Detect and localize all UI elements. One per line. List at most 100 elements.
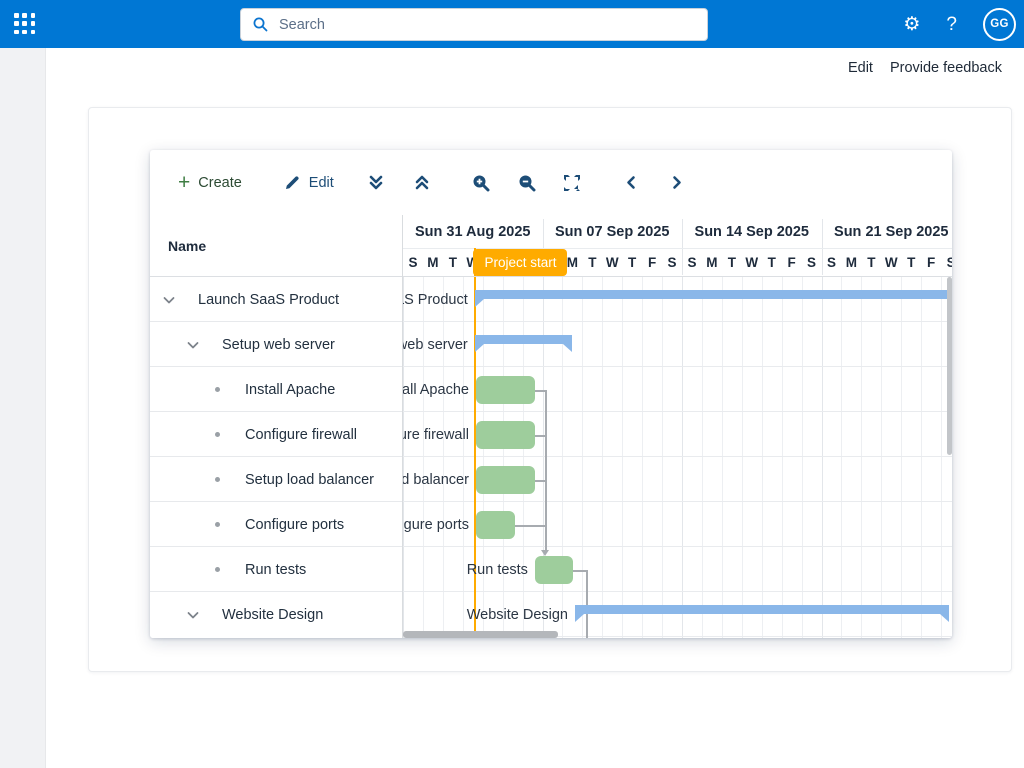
left-sidebar-rail [0, 48, 46, 768]
task-bar[interactable] [476, 421, 535, 449]
app-switcher-icon[interactable] [14, 13, 36, 35]
grid-line-day [582, 277, 583, 638]
grid-line-day [782, 277, 783, 638]
task-name: Run tests [245, 547, 306, 592]
summary-bar[interactable] [475, 290, 952, 299]
vertical-scrollbar[interactable] [947, 277, 952, 455]
settings-gear-icon[interactable]: ⚙ [903, 15, 920, 34]
grid-line-day [861, 277, 862, 638]
header-divider [150, 276, 952, 277]
task-row[interactable]: Website Design [150, 592, 403, 637]
top-navigation-bar: ⚙ ? GG [0, 0, 1024, 48]
grid-line-day [822, 277, 823, 638]
summary-bar[interactable] [575, 605, 949, 614]
grid-line-row [403, 366, 952, 367]
task-bar[interactable] [476, 511, 515, 539]
task-row[interactable]: Launch SaaS Product [150, 277, 403, 322]
pencil-icon [284, 174, 301, 191]
row-separator [150, 456, 403, 457]
zoom-in-button[interactable] [467, 169, 495, 197]
gantt-toolbar: + Create Edit [150, 150, 952, 215]
task-name: Install Apache [245, 367, 335, 412]
grid-line-day [622, 277, 623, 638]
scroll-left-button[interactable] [617, 169, 645, 197]
grid-line-day [742, 277, 743, 638]
task-name: Configure ports [245, 502, 344, 547]
task-bar[interactable] [476, 466, 535, 494]
collapse-all-button[interactable] [408, 169, 436, 197]
grid-line-day [921, 277, 922, 638]
dependency-line [515, 525, 546, 527]
chevron-right-icon [670, 175, 684, 190]
help-icon[interactable]: ? [946, 15, 957, 34]
zoom-out-button[interactable] [513, 169, 541, 197]
dependency-line [573, 570, 587, 572]
edit-button[interactable]: Edit [284, 174, 334, 191]
grid-line-day [901, 277, 902, 638]
row-separator [150, 366, 403, 367]
task-row[interactable]: Configure firewall [150, 412, 403, 457]
task-name: Launch SaaS Product [198, 277, 339, 322]
day-letter: M [702, 248, 722, 277]
edit-button-label: Edit [309, 175, 334, 191]
create-button[interactable]: + Create [178, 172, 242, 193]
grid-line-day [702, 277, 703, 638]
task-bar[interactable] [535, 556, 573, 584]
day-letter: T [443, 248, 463, 277]
task-row[interactable]: Install Apache [150, 367, 403, 412]
task-name: Setup web server [222, 322, 335, 367]
grid-line-row [403, 501, 952, 502]
day-letter: S [802, 248, 822, 277]
task-row[interactable]: Run tests [150, 547, 403, 592]
grid-line-day [642, 277, 643, 638]
bar-label: Configure firewall [403, 412, 469, 457]
row-separator [150, 411, 403, 412]
avatar[interactable]: GG [983, 8, 1016, 41]
task-row[interactable]: Setup web server [150, 322, 403, 367]
summary-bar[interactable] [475, 335, 573, 344]
day-letter: S [403, 248, 423, 277]
zoom-out-icon [518, 174, 536, 192]
search-input[interactable] [279, 17, 659, 33]
compress-icon [563, 174, 581, 192]
day-letter: T [582, 248, 602, 277]
search-box[interactable] [240, 8, 708, 41]
chevron-down-icon[interactable] [186, 608, 200, 622]
scroll-right-button[interactable] [663, 169, 691, 197]
day-letter: W [602, 248, 622, 277]
day-letter: W [881, 248, 901, 277]
provide-feedback-link[interactable]: Provide feedback [890, 60, 1002, 76]
grid-line-row [403, 321, 952, 322]
day-letter: T [622, 248, 642, 277]
grid-line-day [881, 277, 882, 638]
grid-line-day [762, 277, 763, 638]
chevron-down-icon[interactable] [186, 338, 200, 352]
task-row[interactable]: Configure ports [150, 502, 403, 547]
day-letter: S [682, 248, 702, 277]
day-letter: T [901, 248, 921, 277]
double-chevron-up-icon [414, 174, 430, 191]
bar-label: Launch SaaS Product [403, 277, 468, 322]
week-header: Sun 14 Sep 2025 [682, 215, 822, 248]
grid-line-day [802, 277, 803, 638]
task-bar[interactable] [476, 376, 535, 404]
edit-link[interactable]: Edit [848, 60, 873, 76]
create-button-label: Create [198, 175, 242, 191]
chevron-down-icon[interactable] [162, 293, 176, 307]
grid-line-day [662, 277, 663, 638]
bullet-icon [215, 387, 220, 392]
row-separator [150, 546, 403, 547]
day-letter: W [742, 248, 762, 277]
search-icon [252, 16, 269, 33]
task-name: Website Design [222, 592, 323, 637]
bar-label: Run tests [467, 547, 528, 592]
day-letter: S [662, 248, 682, 277]
zoom-to-fit-button[interactable] [558, 169, 586, 197]
expand-all-button[interactable] [362, 169, 390, 197]
task-row[interactable]: Setup load balancer [150, 457, 403, 502]
summary-bar-start-cap [575, 614, 584, 622]
row-separator [150, 591, 403, 592]
page-action-links: Edit Provide feedback [848, 60, 1002, 76]
horizontal-scrollbar[interactable] [403, 631, 558, 638]
day-letter: S [941, 248, 952, 277]
